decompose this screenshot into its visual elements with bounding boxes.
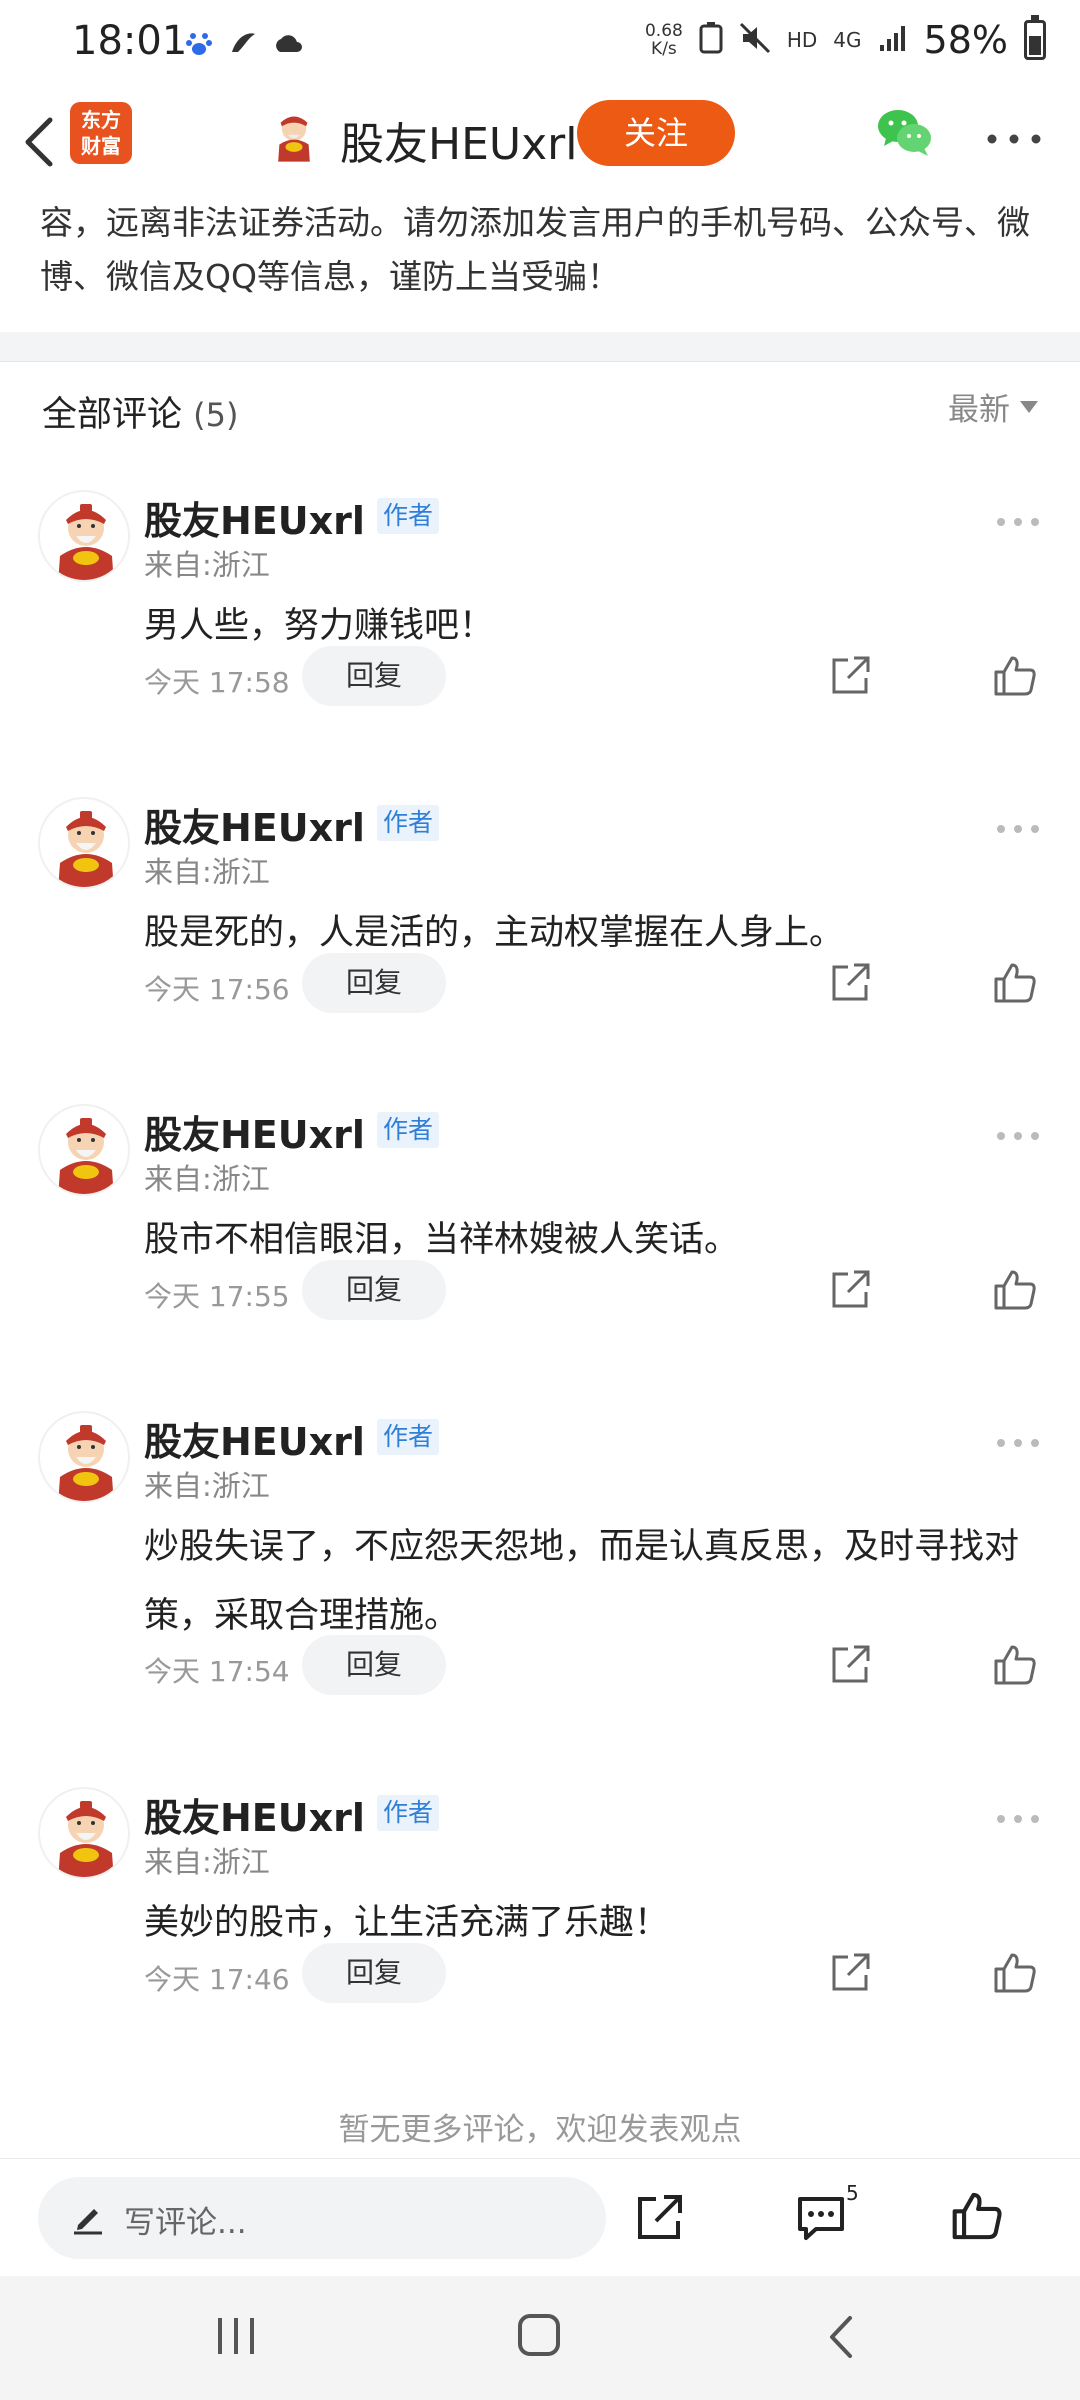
system-nav-bar (0, 2276, 1080, 2400)
top-header: 东方 财富 股友HEUxrl 关注 (0, 90, 1080, 190)
bird-icon (228, 28, 258, 58)
network-type: 4G (833, 28, 862, 52)
wechat-icon[interactable] (876, 106, 934, 158)
comment-location: 来自:浙江 (144, 1469, 270, 1503)
comment-time: 今天 17:56 (144, 973, 290, 1006)
write-comment-input[interactable]: 写评论... (38, 2177, 606, 2259)
comment-author[interactable]: 股友HEUxrl (144, 490, 365, 545)
recycle-icon (699, 21, 723, 59)
comment-text: 股是死的，人是活的，主动权掌握在人身上。 (144, 913, 845, 953)
comment-location: 来自:浙江 (144, 855, 270, 889)
hd-label: HD (786, 28, 818, 52)
triangle-down-icon (1020, 400, 1038, 413)
comments-title: 全部评论 (42, 395, 183, 435)
like-icon[interactable] (992, 1643, 1038, 1687)
follow-button[interactable]: 关注 (577, 100, 735, 166)
comment-more-icon[interactable] (996, 1433, 1040, 1447)
section-divider (0, 332, 1080, 362)
comment-location: 来自:浙江 (144, 548, 270, 582)
comment-more-icon[interactable] (996, 1809, 1040, 1823)
avatar[interactable] (38, 797, 130, 889)
reply-button[interactable]: 回复 (302, 646, 446, 706)
avatar[interactable] (38, 1104, 130, 1196)
like-icon[interactable] (992, 1951, 1038, 1995)
comment-more-icon[interactable] (996, 512, 1040, 526)
reply-button[interactable]: 回复 (302, 953, 446, 1013)
back-button[interactable] (14, 102, 74, 178)
avatar[interactable] (38, 490, 130, 582)
comment-more-icon[interactable] (996, 1126, 1040, 1140)
share-icon[interactable] (828, 654, 872, 698)
no-more-comments: 暂无更多评论，欢迎发表观点 (338, 2112, 742, 2148)
like-icon[interactable] (992, 961, 1038, 1005)
signal-icon (878, 23, 908, 58)
battery-icon (1024, 15, 1046, 60)
comment-text: 男人些，努力赚钱吧！ (144, 606, 495, 646)
status-time: 18:01 (72, 18, 188, 64)
author-badge: 作者 (377, 498, 440, 534)
home-icon[interactable] (518, 2314, 560, 2356)
comment-time: 今天 17:55 (144, 1280, 290, 1313)
share-icon[interactable] (828, 1268, 872, 1312)
mute-icon (739, 22, 771, 59)
comment-time: 今天 17:46 (144, 1963, 290, 1996)
page-title: 股友HEUxrl (340, 119, 578, 170)
battery-percent: 58% (923, 18, 1008, 62)
status-system-icons: 0.68 K/s HD 4G 58% (644, 15, 1046, 62)
author-badge: 作者 (377, 1112, 440, 1148)
like-icon[interactable] (992, 1268, 1038, 1312)
avatar[interactable] (38, 1411, 130, 1503)
comment-location: 来自:浙江 (144, 1845, 270, 1879)
like-icon[interactable] (992, 654, 1038, 698)
comment-author[interactable]: 股友HEUxrl (144, 797, 365, 852)
comment-author[interactable]: 股友HEUxrl (144, 1787, 365, 1842)
app-logo[interactable]: 东方 财富 (70, 102, 132, 164)
write-comment-placeholder: 写评论... (124, 2205, 247, 2241)
comment-location: 来自:浙江 (144, 1162, 270, 1196)
chevron-left-icon (25, 117, 53, 167)
reply-button[interactable]: 回复 (302, 1943, 446, 2003)
sort-dropdown[interactable]: 最新 (948, 384, 1038, 429)
header-avatar[interactable] (266, 108, 322, 164)
net-speed: 0.68 K/s (644, 21, 683, 59)
author-badge: 作者 (377, 1795, 440, 1831)
disclaimer-text: 容，远离非法证券活动。请勿添加发言用户的手机号码、公众号、微博、微信及QQ等信息… (40, 203, 1030, 296)
comment-text: 美妙的股市，让生活充满了乐趣！ (144, 1903, 670, 1943)
bottom-toolbar: 写评论... 5 (0, 2158, 1080, 2276)
back-icon[interactable] (824, 2314, 858, 2360)
like-icon[interactable] (950, 2189, 1004, 2243)
recent-apps-icon[interactable] (214, 2316, 258, 2356)
pen-icon (70, 2199, 106, 2235)
reply-button[interactable]: 回复 (302, 1260, 446, 1320)
comment-time: 今天 17:54 (144, 1655, 290, 1688)
more-options-icon[interactable] (986, 130, 1042, 144)
sort-label: 最新 (948, 392, 1010, 428)
comment-icon[interactable] (796, 2193, 846, 2243)
comment-more-icon[interactable] (996, 819, 1040, 833)
status-bar: 18:01 0.68 K/s HD 4G 58% (0, 0, 1080, 90)
share-icon[interactable] (828, 961, 872, 1005)
author-badge: 作者 (377, 1419, 440, 1455)
share-icon[interactable] (828, 1951, 872, 1995)
comments-heading: 全部评论 (5) (42, 386, 238, 437)
comment-count-badge: 5 (846, 2181, 859, 2205)
comment-text: 炒股失误了，不应怨天怨地，而是认真反思，及时寻找对策，采取合理措施。 (144, 1527, 1020, 1636)
share-icon[interactable] (828, 1643, 872, 1687)
baidu-icon (184, 28, 214, 58)
cloud-icon (272, 28, 302, 58)
comment-author[interactable]: 股友HEUxrl (144, 1104, 365, 1159)
comment-text: 股市不相信眼泪，当祥林嫂被人笑话。 (144, 1220, 740, 1260)
comments-count: (5) (193, 396, 239, 434)
comment-author[interactable]: 股友HEUxrl (144, 1411, 365, 1466)
comment-time: 今天 17:58 (144, 666, 290, 699)
share-icon[interactable] (634, 2193, 684, 2243)
status-notification-icons (184, 28, 302, 58)
reply-button[interactable]: 回复 (302, 1635, 446, 1695)
avatar[interactable] (38, 1787, 130, 1879)
author-badge: 作者 (377, 805, 440, 841)
